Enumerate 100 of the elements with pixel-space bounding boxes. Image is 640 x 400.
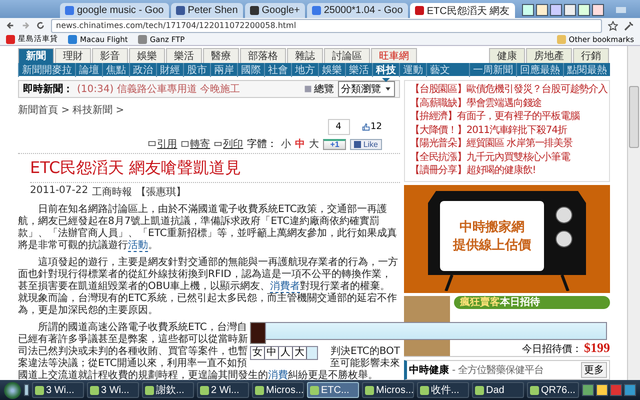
extension-icon[interactable]: [564, 4, 576, 16]
section-link[interactable]: 財經: [156, 62, 183, 76]
taskbar-button[interactable]: Dad: [472, 382, 524, 398]
nav-tab[interactable]: 理財: [55, 48, 91, 63]
nav-tab[interactable]: 樂活: [166, 48, 202, 63]
taskbar-button[interactable]: Micros...: [252, 382, 304, 398]
nav-tab[interactable]: 醫療: [203, 48, 239, 63]
nav-tab[interactable]: 健康: [489, 48, 525, 63]
nav-tab[interactable]: 部落格: [240, 48, 286, 63]
nav-tab[interactable]: 房地產: [526, 48, 572, 63]
plus-one-button[interactable]: +1: [323, 138, 346, 150]
overview-link[interactable]: 總覽: [304, 82, 334, 96]
address-bar[interactable]: news.chinatimes.com/tech/171704/122011072200058.html: [51, 18, 602, 32]
breaking-headline[interactable]: (10:34) 信義路公車專用道 今晚施工: [77, 82, 240, 96]
font-size-link[interactable]: 小: [281, 137, 292, 151]
article-text-line: 判決ETC的BOT: [330, 346, 400, 358]
extension-icon[interactable]: [592, 4, 604, 16]
section-link[interactable]: 社會: [264, 62, 291, 76]
breadcrumb-link[interactable]: 新聞首頁 >: [18, 103, 70, 117]
breadcrumb-link[interactable]: 科技新聞 >: [72, 103, 124, 117]
app-icon: [310, 386, 319, 394]
taskbar-button[interactable]: ETC...: [307, 382, 359, 398]
text-link[interactable]: 消費者: [270, 281, 300, 293]
like-button[interactable]: Like: [350, 138, 382, 150]
browser-tab[interactable]: google music - Goo: [60, 3, 169, 18]
facebook-icon: [354, 140, 362, 148]
browser-tab[interactable]: ETC民怨滔天 網友: [410, 3, 515, 18]
nav-tab[interactable]: 雜誌: [287, 48, 323, 63]
ime-candidate[interactable]: 大: [293, 347, 307, 359]
taskbar-button[interactable]: 謝欽...: [142, 382, 194, 398]
promo-link[interactable]: 【讀冊分享】超好喝的健康飲!: [410, 165, 536, 178]
extension-icon[interactable]: [522, 4, 534, 16]
ime-candidate[interactable]: 人: [279, 347, 293, 359]
more-button[interactable]: 更多: [581, 362, 607, 378]
promo-link[interactable]: 【大降價！】2011汽車鋅批下殺74折: [410, 124, 567, 137]
extension-icon[interactable]: [536, 4, 548, 16]
section-link[interactable]: 點閱最熱: [563, 62, 610, 76]
thumbs-up-icon: [362, 123, 370, 131]
print-link[interactable]: 列印: [214, 137, 244, 151]
ime-candidate[interactable]: 中: [265, 347, 279, 359]
nav-tab[interactable]: 影音: [92, 48, 128, 63]
promo-link[interactable]: 【高薪職缺】學會雲端邁向錢途: [410, 98, 542, 110]
plus-count: 4: [328, 119, 350, 135]
font-size-link[interactable]: 中: [295, 137, 306, 151]
section-link[interactable]: 論壇: [75, 62, 102, 76]
forward-link[interactable]: 轉寄: [181, 137, 210, 151]
bookmark-icon: [138, 34, 147, 44]
nav-tab[interactable]: 討論區: [324, 48, 370, 63]
section-link[interactable]: 回應最熱: [516, 62, 563, 76]
section-link[interactable]: 運動: [399, 62, 426, 76]
text-link[interactable]: 活動: [128, 240, 148, 252]
taskbar-button[interactable]: QR76...: [527, 382, 579, 398]
app-icon: [255, 386, 264, 394]
browser-tab[interactable]: Peter Shen: [170, 3, 243, 18]
font-size-link[interactable]: 大: [309, 137, 320, 151]
section-link[interactable]: 一周新聞: [469, 62, 516, 76]
start-button[interactable]: [4, 382, 21, 398]
extension-icon[interactable]: [578, 4, 590, 16]
promo-link[interactable]: 【台股園區】歐債危機引發災？台股可趁勢介入: [410, 84, 608, 96]
app-icon: [420, 386, 429, 394]
extension-icon[interactable]: [550, 4, 562, 16]
section-link[interactable]: 兩岸: [210, 62, 237, 76]
taskbar-button[interactable]: 2 Wi...: [197, 382, 249, 398]
promo-link[interactable]: 【全民抗漲】九千元內買雙核心小筆電: [410, 152, 570, 164]
section-link[interactable]: 政治: [129, 62, 156, 76]
section-link[interactable]: 股市: [183, 62, 210, 76]
taskbar-button[interactable]: 3 Wi...: [87, 382, 139, 398]
promo-link[interactable]: 【拚經濟】有面子，更有裡子的平板電腦: [410, 111, 580, 124]
category-select[interactable]: 分類瀏覽: [338, 81, 395, 97]
tray-icon[interactable]: [582, 384, 594, 396]
article-title: ETC民怨滔天 網友嗆聲凱道見: [30, 158, 242, 179]
taskbar-button[interactable]: 3 Wi...: [32, 382, 84, 398]
quick-launch-icon[interactable]: [24, 384, 29, 396]
nav-tab[interactable]: 新聞: [18, 48, 54, 63]
breaking-label: 即時新聞：: [23, 82, 73, 96]
nav-tab[interactable]: 旺車網: [371, 48, 417, 63]
taskbar-button[interactable]: 收件...: [417, 382, 469, 398]
section-link[interactable]: 地方: [291, 62, 318, 76]
section-link[interactable]: 樂活: [345, 62, 372, 76]
section-link[interactable]: 國際: [237, 62, 264, 76]
section-link[interactable]: 藝文: [426, 62, 453, 76]
browser-tab[interactable]: 25000*1.04 - Goo: [306, 3, 408, 18]
nav-tab[interactable]: 娛樂: [129, 48, 165, 63]
ime-candidate[interactable]: 女: [251, 347, 265, 359]
article-text-line: 已經有著許多爭議甚至是弊案，這些都可以從當時新: [18, 334, 248, 346]
nav-tab[interactable]: 行銷: [573, 48, 609, 63]
quote-link[interactable]: 引用: [148, 137, 178, 151]
scrollbar[interactable]: [627, 46, 640, 380]
section-link[interactable]: 娛樂: [318, 62, 345, 76]
app-icon: [365, 386, 374, 394]
section-link[interactable]: 焦點: [102, 62, 129, 76]
scrollbar-thumb[interactable]: [629, 86, 639, 148]
tray-icon[interactable]: [596, 384, 608, 396]
taskbar-button[interactable]: Micros...: [362, 382, 414, 398]
price: $199: [584, 340, 610, 356]
browser-tab[interactable]: Google+: [244, 3, 305, 18]
favicon-icon: [65, 6, 74, 15]
promo-link[interactable]: 【陽光普朵】經貿園區 水岸第一排美景: [410, 138, 572, 150]
section-link[interactable]: 新聞開麥拉: [18, 62, 75, 76]
app-icon: [35, 386, 44, 394]
